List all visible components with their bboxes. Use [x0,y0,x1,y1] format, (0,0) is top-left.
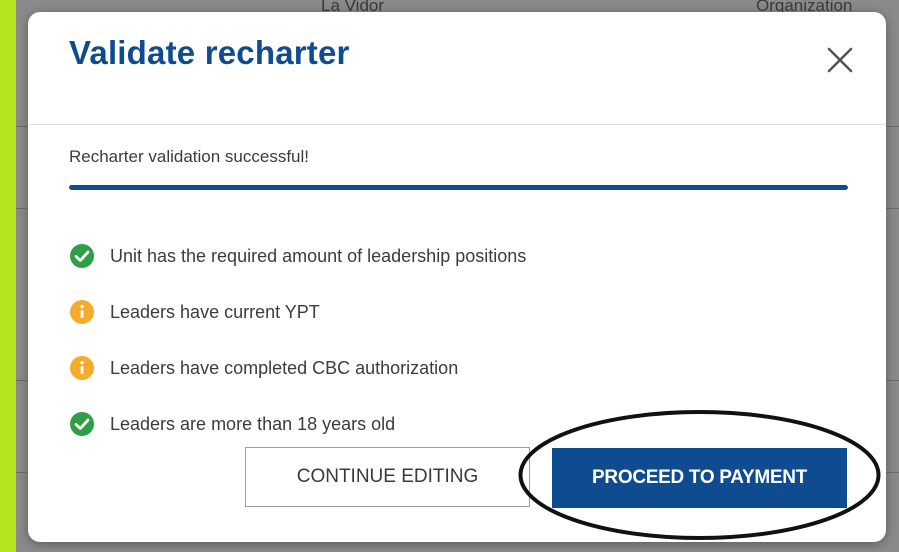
info-circle-icon [70,356,94,380]
validation-check-label: Unit has the required amount of leadersh… [110,245,527,266]
continue-editing-button[interactable]: CONTINUE EDITING [245,447,530,507]
validation-check-label: Leaders are more than 18 years old [110,413,396,434]
validation-check-item: Leaders are more than 18 years old [69,396,526,452]
validation-check-item: Leaders have current YPT [69,284,526,340]
validation-progress-bar [69,185,848,190]
validation-check-item: Unit has the required amount of leadersh… [69,228,526,284]
validation-status-text: Recharter validation successful! [69,147,310,166]
close-button[interactable] [822,42,858,78]
dialog-title: Validate recharter [69,34,350,71]
check-circle-icon [70,412,94,436]
validation-check-item: Leaders have completed CBC authorization [69,340,526,396]
validation-progress-fill [69,185,848,190]
validation-check-label: Leaders have current YPT [110,301,320,322]
close-icon [827,47,853,73]
validate-recharter-dialog: Validate recharter Recharter validation … [28,12,886,542]
check-circle-icon [70,244,94,268]
header-divider [28,124,886,125]
validation-checklist: Unit has the required amount of leadersh… [69,228,526,452]
proceed-to-payment-button[interactable]: PROCEED TO PAYMENT [552,448,847,508]
validation-check-label: Leaders have completed CBC authorization [110,357,459,378]
info-circle-icon [70,300,94,324]
